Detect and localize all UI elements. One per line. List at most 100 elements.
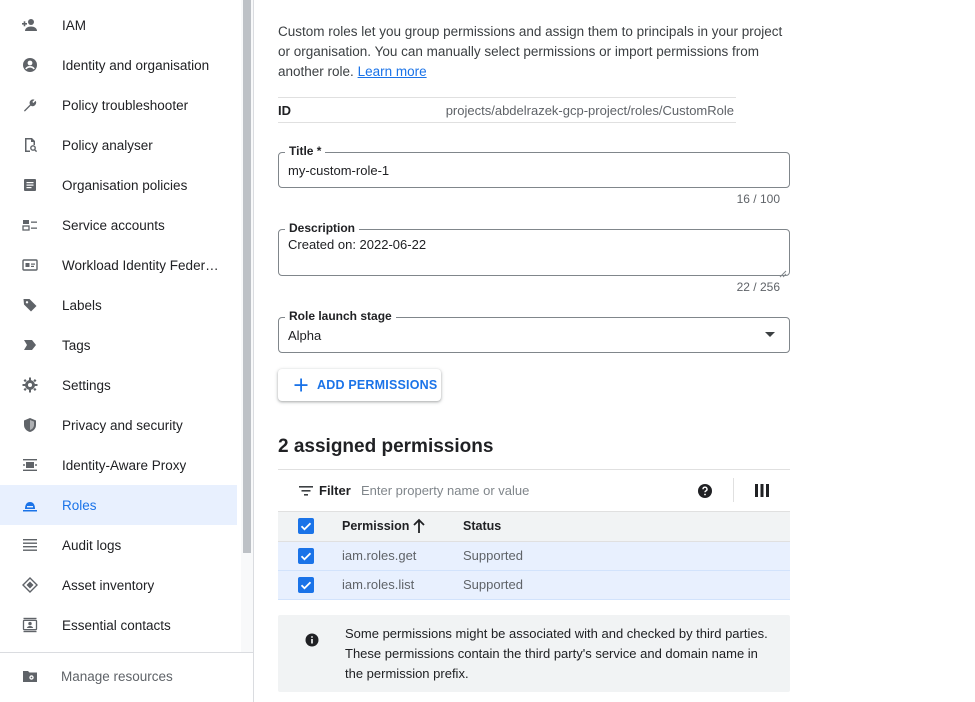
assigned-permissions-heading: 2 assigned permissions [278,436,494,457]
account-circle-icon [22,57,38,73]
sidebar-divider [0,652,253,653]
lines-icon [22,537,38,553]
third-party-info-box: Some permissions might be associated wit… [278,615,790,692]
wrench-icon [22,97,38,113]
filter-icon[interactable] [298,484,314,498]
diamond-stack-icon [22,577,38,593]
person-add-icon [22,17,38,33]
launch-stage-select[interactable]: Role launch stage Alpha [278,309,790,353]
service-account-icon [22,217,38,233]
sidebar-item-label: Identity-Aware Proxy [62,457,187,473]
launch-stage-label: Role launch stage [285,309,396,323]
sidebar-item-identity-aware-proxy[interactable]: Identity-Aware Proxy [0,445,237,485]
learn-more-link[interactable]: Learn more [358,64,427,79]
sidebar-item-service-accounts[interactable]: Service accounts [0,205,237,245]
sidebar-item-audit-logs[interactable]: Audit logs [0,525,237,565]
add-permissions-label: ADD PERMISSIONS [317,378,438,392]
sidebar-item-label: Service accounts [62,217,165,233]
table-row[interactable]: iam.roles.list Supported [278,571,790,600]
sidebar-item-label: IAM [62,17,87,33]
sidebar-item-label: Organisation policies [62,177,188,193]
row-checkbox[interactable] [298,577,314,593]
sidebar-item-tags[interactable]: Tags [0,325,237,365]
sidebar-item-label: Settings [62,377,111,393]
role-id-value: projects/abdelrazek-gcp-project/roles/Cu… [445,103,734,118]
sidebar-item-privacy-security[interactable]: Privacy and security [0,405,237,445]
sidebar-item-labels[interactable]: Labels [0,285,237,325]
title-field[interactable]: Title * my-custom-role-1 [278,144,790,188]
folder-gear-icon [22,668,38,684]
sidebar-item-asset-inventory[interactable]: Asset inventory [0,565,237,605]
sidebar-item-iam[interactable]: IAM [0,5,237,45]
sidebar-item-organisation-policies[interactable]: Organisation policies [0,165,237,205]
title-char-counter: 16 / 100 [736,192,780,206]
intro-paragraph: Custom roles let you group permissions a… [278,22,788,82]
sidebar-item-label: Workload Identity Federat... [62,257,224,273]
sidebar-item-workload-identity[interactable]: Workload Identity Federat... [0,245,237,285]
sidebar-item-label: Roles [62,497,97,513]
select-all-checkbox[interactable] [298,518,314,534]
manage-resources-link[interactable]: Manage resources [0,656,253,696]
help-icon[interactable] [697,483,713,499]
table-row[interactable]: iam.roles.get Supported [278,542,790,571]
column-header-permission[interactable]: Permission [342,519,409,533]
toolbar-divider [733,478,734,502]
sidebar-item-label: Policy analyser [62,137,153,153]
resize-handle-icon[interactable] [779,265,787,278]
plus-icon [293,377,309,393]
row-checkbox[interactable] [298,548,314,564]
sidebar-item-essential-contacts[interactable]: Essential contacts [0,605,237,645]
info-icon [305,633,319,647]
role-id-label: ID [278,103,291,118]
sidebar: IAM Identity and organisation Policy tro… [0,0,254,702]
title-field-label: Title * [285,144,326,158]
description-field[interactable]: Description Created on: 2022-06-22 [278,221,790,278]
filter-bar: Filter Enter property name or value [278,470,790,512]
manage-resources-label: Manage resources [61,668,173,684]
sidebar-item-label: Policy troubleshooter [62,97,189,113]
label-tag-icon [22,297,38,313]
description-char-counter: 22 / 256 [736,280,780,294]
contacts-icon [22,617,38,633]
description-field-label: Description [285,221,360,235]
sidebar-item-label: Privacy and security [62,417,183,433]
role-id-row: ID projects/abdelrazek-gcp-project/roles… [278,97,736,123]
sidebar-item-policy-troubleshooter[interactable]: Policy troubleshooter [0,85,237,125]
filter-input[interactable]: Enter property name or value [361,483,529,498]
id-card-icon [22,257,38,273]
info-text: Some permissions might be associated wit… [345,626,768,681]
add-permissions-button[interactable]: ADD PERMISSIONS [278,369,441,401]
proxy-icon [22,457,38,473]
sidebar-item-identity-organisation[interactable]: Identity and organisation [0,45,237,85]
description-textarea-value[interactable]: Created on: 2022-06-22 [288,237,426,252]
launch-stage-value: Alpha [288,328,322,343]
filter-label: Filter [319,483,351,498]
permission-cell: iam.roles.list [342,577,415,592]
sidebar-item-label: Identity and organisation [62,57,210,73]
sidebar-item-label: Asset inventory [62,577,155,593]
gear-icon [22,377,38,393]
list-document-icon [22,177,38,193]
sidebar-item-settings[interactable]: Settings [0,365,237,405]
tag-arrow-icon [22,337,38,353]
sidebar-item-label: Tags [62,337,91,353]
status-cell: Supported [463,577,523,592]
intro-text: Custom roles let you group permissions a… [278,24,783,79]
sidebar-item-label: Labels [62,297,102,313]
status-cell: Supported [463,548,523,563]
roles-hat-icon [22,497,38,513]
sort-ascending-icon[interactable] [412,518,426,534]
sidebar-item-roles[interactable]: Roles [0,485,237,525]
column-display-icon[interactable] [755,484,769,497]
dropdown-arrow-icon [765,332,775,337]
permission-cell: iam.roles.get [342,548,417,563]
document-search-icon [22,137,38,153]
sidebar-item-policy-analyser[interactable]: Policy analyser [0,125,237,165]
sidebar-scrollbar-thumb[interactable] [243,0,251,553]
column-header-status[interactable]: Status [463,519,501,533]
shield-icon [22,417,38,433]
table-header-row: Permission Status [278,512,790,542]
sidebar-item-label: Audit logs [62,537,122,553]
title-input-value[interactable]: my-custom-role-1 [288,163,389,178]
sidebar-item-label: Essential contacts [62,617,171,633]
